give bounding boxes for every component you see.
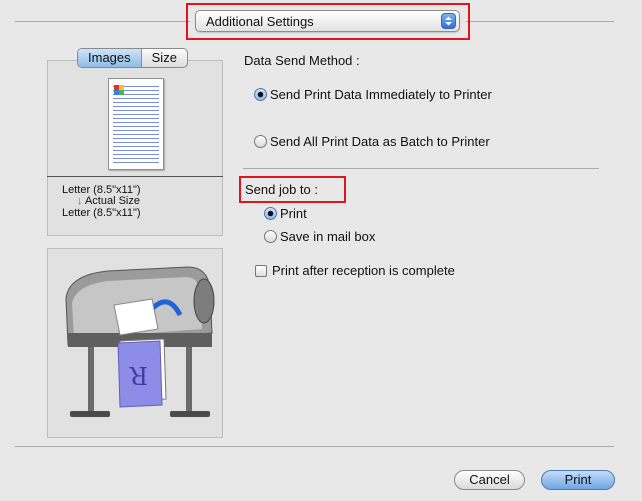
tab-size[interactable]: Size <box>142 49 187 67</box>
send-immediately-label[interactable]: Send Print Data Immediately to Printer <box>270 87 492 102</box>
after-reception-label[interactable]: Print after reception is complete <box>272 263 455 278</box>
section-divider <box>243 168 599 169</box>
save-mailbox-label[interactable]: Save in mail box <box>280 229 375 244</box>
print-option-label[interactable]: Print <box>280 206 307 221</box>
bottom-divider <box>15 446 614 447</box>
radio-print[interactable] <box>264 207 277 220</box>
paper-scale-row: ↓ Actual Size <box>77 195 253 207</box>
paper-to-label: Letter (8.5"x11") <box>62 207 141 219</box>
top-divider-right <box>466 21 614 22</box>
radio-save-mailbox[interactable] <box>264 230 277 243</box>
send-method-title: Data Send Method : <box>244 53 360 68</box>
top-divider-left <box>15 21 190 22</box>
radio-send-batch[interactable] <box>254 135 267 148</box>
preview-tabs: Images Size <box>77 48 188 68</box>
svg-text:R: R <box>129 361 148 389</box>
printer-illustration-panel: R <box>47 248 223 438</box>
down-arrow-icon: ↓ <box>77 195 83 207</box>
cancel-button[interactable]: Cancel <box>454 470 525 490</box>
paper-info-divider <box>47 176 223 177</box>
send-job-highlight-box <box>239 176 346 203</box>
paper-scale-label: Actual Size <box>84 195 140 207</box>
page-preview <box>108 78 164 170</box>
tab-images[interactable]: Images <box>78 49 142 67</box>
page-image-icon <box>114 85 124 95</box>
large-format-printer-icon: R <box>65 266 215 417</box>
send-batch-label[interactable]: Send All Print Data as Batch to Printer <box>270 134 490 149</box>
print-button[interactable]: Print <box>541 470 615 490</box>
page-text-lines <box>113 83 159 163</box>
popup-highlight-box <box>186 3 470 40</box>
radio-send-immediately[interactable] <box>254 88 267 101</box>
after-reception-checkbox[interactable] <box>255 265 267 277</box>
